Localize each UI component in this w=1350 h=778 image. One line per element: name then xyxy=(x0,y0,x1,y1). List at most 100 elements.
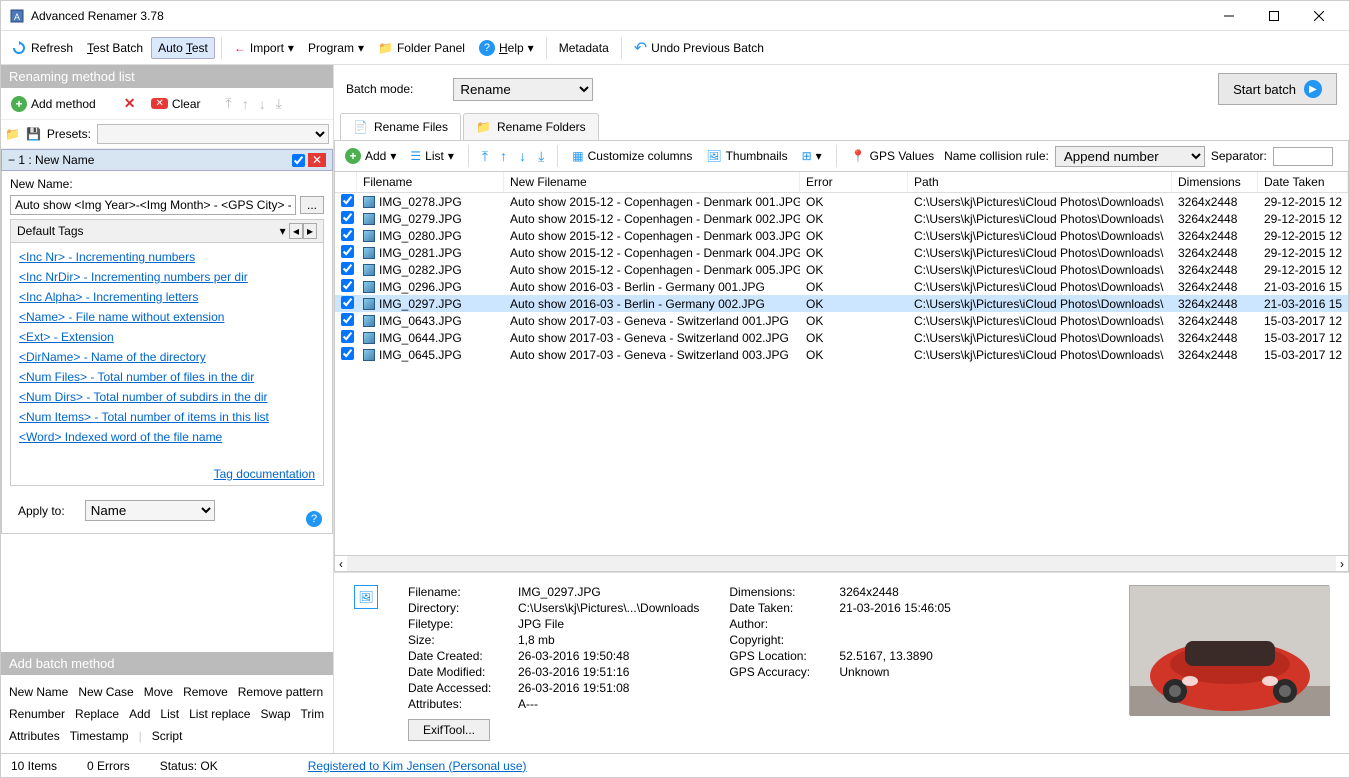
col-error[interactable]: Error xyxy=(800,172,908,192)
batch-method-script[interactable]: Script xyxy=(152,727,183,745)
new-name-input[interactable] xyxy=(10,195,296,215)
row-checkbox[interactable] xyxy=(341,313,354,326)
add-method-button[interactable]: +Add method xyxy=(5,93,102,115)
test-batch-button[interactable]: Test Batch xyxy=(81,38,149,58)
col-new-filename[interactable]: New Filename xyxy=(504,172,800,192)
row-checkbox[interactable] xyxy=(341,330,354,343)
tab-rename-folders[interactable]: 📁Rename Folders xyxy=(463,113,599,140)
row-checkbox[interactable] xyxy=(341,296,354,309)
close-button[interactable] xyxy=(1296,2,1341,30)
batch-method-add[interactable]: Add xyxy=(129,705,150,723)
table-row[interactable]: IMG_0280.JPG Auto show 2015-12 - Copenha… xyxy=(335,227,1348,244)
batch-method-renumber[interactable]: Renumber xyxy=(9,705,65,723)
table-row[interactable]: IMG_0645.JPG Auto show 2017-03 - Geneva … xyxy=(335,346,1348,363)
tag-link[interactable]: <Name> - File name without extension xyxy=(19,307,315,327)
batch-method-list-replace[interactable]: List replace xyxy=(189,705,250,723)
batch-method-swap[interactable]: Swap xyxy=(260,705,290,723)
folder-panel-button[interactable]: 📁Folder Panel xyxy=(372,38,471,58)
row-checkbox[interactable] xyxy=(341,228,354,241)
table-row[interactable]: IMG_0282.JPG Auto show 2015-12 - Copenha… xyxy=(335,261,1348,278)
help-button[interactable]: ?Help▾ xyxy=(473,37,540,59)
row-checkbox[interactable] xyxy=(341,211,354,224)
undo-button[interactable]: ↶Undo Previous Batch xyxy=(628,35,770,61)
move-top-button[interactable]: ⤒ xyxy=(223,95,235,112)
thumbnails-button[interactable]: 🖼Thumbnails xyxy=(702,147,791,165)
tag-prev-button[interactable]: ◂ xyxy=(289,223,303,239)
save-preset-icon[interactable]: 💾 xyxy=(26,127,41,141)
clear-methods-button[interactable]: ✕Clear xyxy=(145,94,206,114)
presets-select[interactable] xyxy=(97,124,329,144)
batch-method-new-name[interactable]: New Name xyxy=(9,683,68,701)
horizontal-scrollbar[interactable]: ‹› xyxy=(334,555,1349,572)
col-path[interactable]: Path xyxy=(908,172,1172,192)
method-enabled-checkbox[interactable] xyxy=(292,154,305,167)
col-dimensions[interactable]: Dimensions xyxy=(1172,172,1258,192)
new-name-browse-button[interactable]: ... xyxy=(300,196,324,214)
file-move-up-button[interactable]: ↑ xyxy=(497,148,510,164)
add-files-button[interactable]: +Add▾ xyxy=(341,146,400,166)
table-row[interactable]: IMG_0278.JPG Auto show 2015-12 - Copenha… xyxy=(335,193,1348,210)
customize-columns-button[interactable]: ▦Customize columns xyxy=(568,147,696,165)
method-1-header[interactable]: − 1 : New Name ✕ xyxy=(1,149,333,171)
tag-link[interactable]: <Num Items> - Total number of items in t… xyxy=(19,407,315,427)
display-options-button[interactable]: ⊞▾ xyxy=(798,147,826,165)
tag-link[interactable]: <Inc NrDir> - Incrementing numbers per d… xyxy=(19,267,315,287)
batch-method-list[interactable]: List xyxy=(160,705,179,723)
collision-rule-select[interactable]: Append number xyxy=(1055,146,1205,167)
program-button[interactable]: Program▾ xyxy=(302,38,370,58)
refresh-button[interactable]: Refresh xyxy=(5,37,79,59)
tag-next-button[interactable]: ▸ xyxy=(303,223,317,239)
row-checkbox[interactable] xyxy=(341,194,354,207)
table-row[interactable]: IMG_0644.JPG Auto show 2017-03 - Geneva … xyxy=(335,329,1348,346)
move-down-button[interactable]: ↓ xyxy=(256,96,269,112)
table-row[interactable]: IMG_0297.JPG Auto show 2016-03 - Berlin … xyxy=(335,295,1348,312)
tag-link[interactable]: <Ext> - Extension xyxy=(19,327,315,347)
table-row[interactable]: IMG_0296.JPG Auto show 2016-03 - Berlin … xyxy=(335,278,1348,295)
move-bottom-button[interactable]: ⤓ xyxy=(273,95,285,112)
move-up-button[interactable]: ↑ xyxy=(239,96,252,112)
metadata-button[interactable]: Metadata xyxy=(553,38,615,58)
row-checkbox[interactable] xyxy=(341,245,354,258)
batch-method-attributes[interactable]: Attributes xyxy=(9,727,60,745)
tag-link[interactable]: <Word> Indexed word of the file name xyxy=(19,427,315,447)
batch-method-new-case[interactable]: New Case xyxy=(78,683,133,701)
registration-link[interactable]: Registered to Kim Jensen (Personal use) xyxy=(308,759,527,773)
auto-test-button[interactable]: Auto Test xyxy=(151,37,215,59)
gps-values-button[interactable]: 📍GPS Values xyxy=(847,147,938,165)
table-row[interactable]: IMG_0279.JPG Auto show 2015-12 - Copenha… xyxy=(335,210,1348,227)
collapse-icon[interactable]: − xyxy=(8,153,15,167)
method-help-icon[interactable]: ? xyxy=(306,511,322,527)
tag-link[interactable]: <DirName> - Name of the directory xyxy=(19,347,315,367)
minimize-button[interactable] xyxy=(1206,2,1251,30)
apply-to-select[interactable]: Name xyxy=(85,500,215,521)
batch-mode-select[interactable]: Rename xyxy=(453,78,593,101)
method-delete-button[interactable]: ✕ xyxy=(308,153,326,167)
open-preset-icon[interactable]: 📁 xyxy=(5,127,20,141)
col-date-taken[interactable]: Date Taken xyxy=(1258,172,1348,192)
batch-method-remove[interactable]: Remove xyxy=(183,683,228,701)
table-row[interactable]: IMG_0281.JPG Auto show 2015-12 - Copenha… xyxy=(335,244,1348,261)
tag-link[interactable]: <Inc Alpha> - Incrementing letters xyxy=(19,287,315,307)
delete-method-button[interactable]: ✕ xyxy=(118,92,142,115)
tag-link[interactable]: <Num Dirs> - Total number of subdirs in … xyxy=(19,387,315,407)
row-checkbox[interactable] xyxy=(341,279,354,292)
table-row[interactable]: IMG_0643.JPG Auto show 2017-03 - Geneva … xyxy=(335,312,1348,329)
batch-method-trim[interactable]: Trim xyxy=(301,705,325,723)
batch-method-timestamp[interactable]: Timestamp xyxy=(70,727,129,745)
file-move-top-button[interactable]: ⤒ xyxy=(479,148,491,165)
start-batch-button[interactable]: Start batch ▶ xyxy=(1218,73,1337,105)
tag-link[interactable]: <Inc Nr> - Incrementing numbers xyxy=(19,247,315,267)
row-checkbox[interactable] xyxy=(341,262,354,275)
file-move-bottom-button[interactable]: ⤓ xyxy=(535,148,547,165)
maximize-button[interactable] xyxy=(1251,2,1296,30)
tab-rename-files[interactable]: 📄Rename Files xyxy=(340,113,461,140)
batch-method-move[interactable]: Move xyxy=(144,683,173,701)
batch-method-remove-pattern[interactable]: Remove pattern xyxy=(238,683,323,701)
default-tags-dropdown[interactable]: Default Tags▾ ◂ ▸ xyxy=(11,220,323,243)
row-checkbox[interactable] xyxy=(341,347,354,360)
batch-method-replace[interactable]: Replace xyxy=(75,705,119,723)
separator-input[interactable] xyxy=(1273,147,1333,166)
tag-documentation-link[interactable]: Tag documentation xyxy=(214,464,315,484)
import-button[interactable]: ←Import▾ xyxy=(228,38,300,58)
list-button[interactable]: ☰List▾ xyxy=(406,147,457,165)
